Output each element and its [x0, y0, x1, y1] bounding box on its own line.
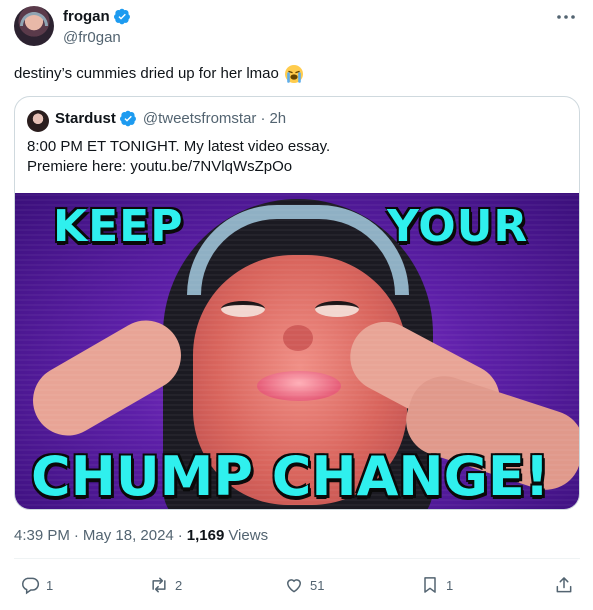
quoted-text-line1: 8:00 PM ET TONIGHT. My latest video essa…	[27, 138, 331, 155]
verified-icon	[119, 110, 136, 127]
repost-icon	[152, 577, 166, 593]
quoted-separator: ·	[260, 110, 266, 127]
bookmark-icon	[424, 577, 436, 593]
repost-button[interactable]: 2	[149, 575, 182, 595]
bookmark-count: 1	[446, 577, 454, 593]
author-display-name[interactable]: frogan	[63, 8, 110, 25]
action-bar: 1 2 51 1	[0, 570, 593, 604]
thumbnail-caption-your: YOUR	[387, 201, 529, 252]
video-thumbnail[interactable]: KEEP YOUR CHUMP CHANGE!	[15, 193, 579, 509]
tweet[interactable]: frogan @fr0gan destiny’s cummies dried u…	[0, 0, 593, 610]
like-button[interactable]: 51	[284, 575, 324, 595]
bookmark-button[interactable]: 1	[420, 575, 453, 595]
views-count: 1,169	[186, 527, 225, 544]
quoted-text-line2: Premiere here: youtu.be/7NVlqWsZpOo	[27, 158, 293, 175]
quoted-author-avatar	[27, 110, 49, 132]
verified-icon	[113, 8, 130, 25]
like-count: 51	[310, 577, 325, 593]
author-avatar[interactable]	[14, 6, 54, 46]
meta-separator: ·	[73, 527, 79, 544]
divider	[14, 558, 580, 559]
share-icon	[556, 577, 572, 593]
tweet-meta: 4:39 PM · May 18, 2024 · 1,169 Views	[14, 527, 268, 544]
thumbnail-caption-chump-change: CHUMP CHANGE!	[31, 445, 550, 508]
share-button[interactable]	[554, 575, 574, 595]
tweet-time[interactable]: 4:39 PM	[14, 527, 70, 544]
tweet-text: destiny’s cummies dried up for her lmao	[14, 64, 304, 84]
author-name-row: frogan	[63, 8, 131, 25]
thumbnail-caption-keep: KEEP	[53, 201, 184, 252]
quoted-time: 2h	[269, 110, 287, 127]
quoted-tweet-header: Stardust @tweetsfromstar · 2h	[55, 110, 286, 127]
tweet-text-body: destiny’s cummies dried up for her lmao	[14, 65, 279, 82]
reply-icon	[22, 577, 40, 595]
quoted-display-name: Stardust	[55, 110, 116, 127]
views-label: Views	[228, 527, 269, 544]
quoted-handle: @tweetsfromstar	[142, 110, 257, 127]
reply-button[interactable]: 1	[20, 575, 53, 595]
meta-separator: ·	[177, 527, 183, 544]
loudly-crying-face-icon	[284, 65, 303, 83]
like-icon	[286, 579, 302, 593]
tweet-date[interactable]: May 18, 2024	[83, 527, 174, 544]
more-options-button[interactable]	[553, 6, 579, 28]
more-icon	[557, 15, 575, 19]
reply-count: 1	[46, 577, 54, 593]
author-handle[interactable]: @fr0gan	[63, 29, 121, 46]
repost-count: 2	[175, 577, 183, 593]
quoted-tweet[interactable]: Stardust @tweetsfromstar · 2h 8:00 PM ET…	[14, 96, 580, 510]
